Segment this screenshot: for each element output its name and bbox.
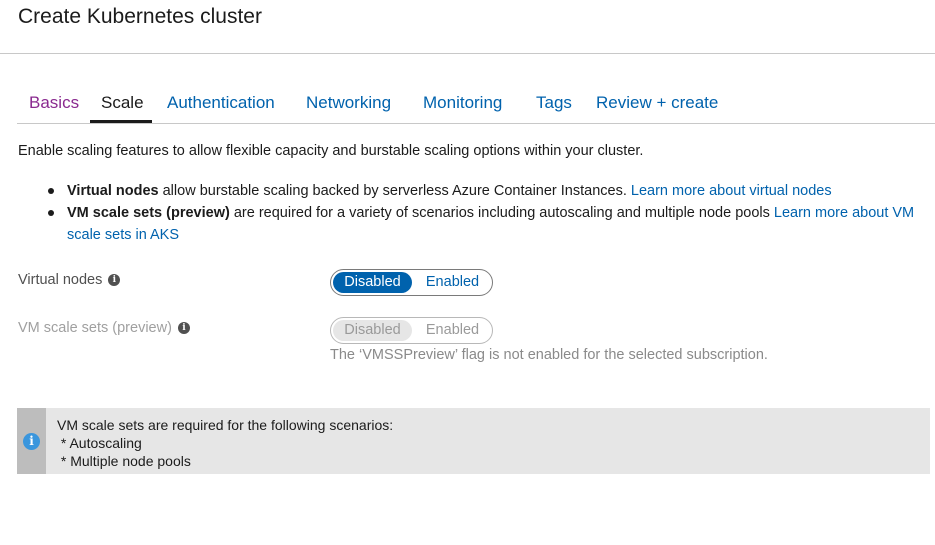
bullet-text: are required for a variety of scenarios … (229, 205, 774, 221)
vm-scale-sets-disabled-option: Disabled (333, 320, 412, 341)
info-box-strip: i (17, 408, 46, 474)
info-icon: i (23, 433, 40, 450)
scale-intro-text: Enable scaling features to allow flexibl… (18, 143, 644, 159)
info-box-line: VM scale sets are required for the follo… (57, 417, 394, 433)
virtual-nodes-toggle: Disabled Enabled (330, 269, 493, 296)
info-box-line: * Multiple node pools (57, 453, 191, 469)
virtual-nodes-disabled-option[interactable]: Disabled (333, 272, 412, 293)
bullet-virtual-nodes: Virtual nodes allow burstable scaling ba… (48, 180, 918, 202)
active-tab-indicator (90, 120, 152, 123)
bullet-dot (48, 210, 54, 216)
learn-more-virtual-nodes-link[interactable]: Learn more about virtual nodes (631, 183, 832, 199)
info-box: i VM scale sets are required for the fol… (17, 408, 930, 474)
vmss-preview-flag-note: The ‘VMSSPreview’ flag is not enabled fo… (330, 347, 768, 363)
bullet-vm-scale-sets: VM scale sets (preview) are required for… (48, 202, 918, 246)
title-divider (0, 53, 935, 54)
tab-scale[interactable]: Scale (101, 93, 144, 113)
virtual-nodes-label: Virtual nodes i (18, 272, 121, 288)
tab-review-create[interactable]: Review + create (596, 93, 718, 113)
tab-networking[interactable]: Networking (306, 93, 391, 113)
bullet-title: VM scale sets (preview) (67, 205, 230, 221)
vm-scale-sets-toggle: Disabled Enabled (330, 317, 493, 344)
tab-bar: Basics Scale Authentication Networking M… (17, 84, 935, 124)
page-title: Create Kubernetes cluster (18, 5, 262, 28)
info-box-text: VM scale sets are required for the follo… (57, 416, 393, 470)
tab-authentication[interactable]: Authentication (167, 93, 275, 113)
info-icon[interactable]: i (108, 274, 121, 286)
bullet-title: Virtual nodes (67, 183, 159, 199)
tab-monitoring[interactable]: Monitoring (423, 93, 502, 113)
bullet-dot (48, 188, 54, 194)
feature-bullet-list: Virtual nodes allow burstable scaling ba… (48, 180, 918, 246)
tab-tags[interactable]: Tags (536, 93, 572, 113)
vm-scale-sets-label: VM scale sets (preview) i (18, 320, 190, 336)
virtual-nodes-label-text: Virtual nodes (18, 272, 103, 288)
tab-basics[interactable]: Basics (29, 93, 79, 113)
virtual-nodes-enabled-option[interactable]: Enabled (415, 272, 490, 293)
vm-scale-sets-label-text: VM scale sets (preview) (18, 320, 172, 336)
info-box-line: * Autoscaling (57, 435, 142, 451)
vm-scale-sets-enabled-option: Enabled (425, 322, 480, 338)
bullet-text: allow burstable scaling backed by server… (158, 183, 631, 199)
info-icon[interactable]: i (177, 322, 190, 334)
